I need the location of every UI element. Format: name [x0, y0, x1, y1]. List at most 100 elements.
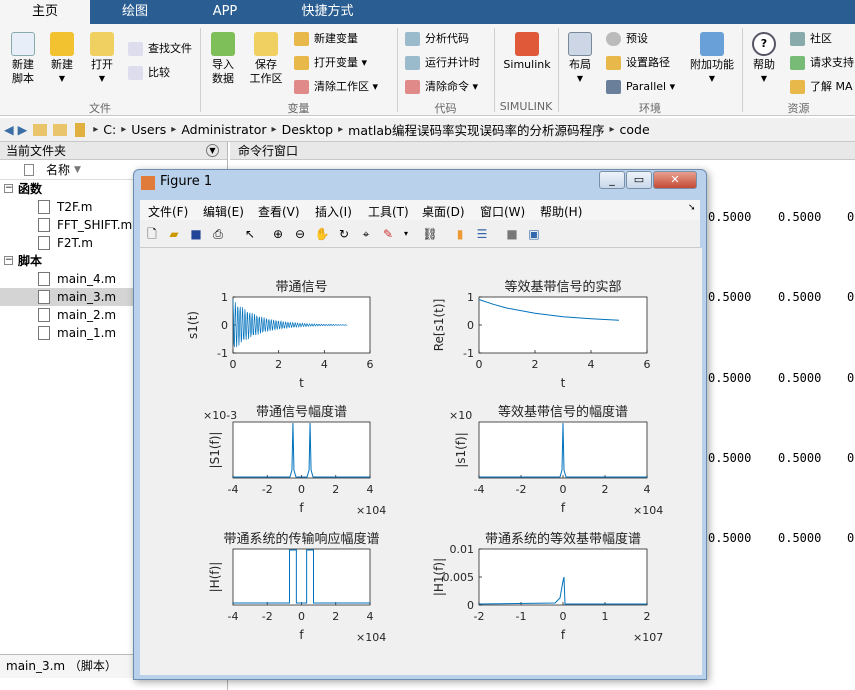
group-label-simulink: SIMULINK [499, 100, 553, 113]
clear-workspace-label: 清除工作区 [314, 80, 369, 93]
menu-desktop[interactable]: 桌面(D) [422, 203, 465, 220]
brush-icon[interactable]: ✎ [380, 226, 396, 242]
tab-apps[interactable]: APP [180, 0, 270, 24]
panel-title: 当前文件夹 [6, 144, 67, 158]
x-tick-label: -4 [474, 483, 485, 496]
request-support-button[interactable]: 请求支持 [790, 54, 854, 72]
sort-arrow-icon: ▼ [74, 165, 81, 175]
hide-tools-icon[interactable]: ■ [504, 226, 520, 242]
collapse-icon[interactable]: − [4, 256, 13, 265]
subplot-title: 带通信号幅度谱 [256, 404, 347, 420]
output-value: 0.5000 [778, 531, 822, 545]
path-segment[interactable]: Desktop [282, 122, 334, 137]
y-tick-label: 1 [221, 291, 228, 304]
menu-view[interactable]: 查看(V) [258, 203, 300, 220]
menu-edit[interactable]: 编辑(E) [203, 203, 244, 220]
maximize-button[interactable]: ▭ [626, 171, 652, 189]
tab-home[interactable]: 主页 [0, 0, 90, 24]
y-exponent: ×10 [449, 409, 472, 422]
new-script-button[interactable]: 新建 脚本 [6, 32, 40, 86]
tab-shortcuts[interactable]: 快捷方式 [270, 0, 385, 24]
ribbon: 新建 脚本 新建 ▼ 打开 ▼ 查找文件 比较 文件 导入 数据 保存 工作区 … [0, 24, 855, 116]
open-file-icon[interactable]: ▰ [166, 226, 182, 242]
path-segment[interactable]: C: [103, 122, 116, 137]
file-name: main_1.m [57, 326, 117, 340]
zoom-out-icon[interactable]: ⊖ [292, 226, 308, 242]
path-segment[interactable]: matlab编程误码率实现误码率的分析源码程序 [348, 120, 604, 139]
chevron-down-icon[interactable]: ▾ [398, 226, 414, 242]
pan-icon[interactable]: ✋ [314, 226, 330, 242]
print-icon[interactable]: ⎙ [210, 226, 226, 242]
menu-tools[interactable]: 工具(T) [368, 203, 409, 220]
tab-bar: 主页 绘图 APP 快捷方式 [0, 0, 855, 24]
community-button[interactable]: 社区 [790, 30, 832, 48]
set-path-button[interactable]: 设置路径 [606, 54, 670, 72]
simulink-icon [515, 32, 539, 56]
menu-file[interactable]: 文件(F) [148, 203, 188, 220]
close-button[interactable]: ✕ [653, 171, 697, 189]
minimize-button[interactable]: _ [599, 171, 625, 189]
file-name: main_3.m [57, 290, 117, 304]
path-separator: ▸ [338, 124, 344, 135]
data-cursor-icon[interactable]: ⌖ [358, 226, 374, 242]
figure-window[interactable]: Figure 1 _ ▭ ✕ 文件(F) 编辑(E) 查看(V) 插入(I) 工… [133, 169, 707, 680]
menu-insert[interactable]: 插入(I) [315, 203, 352, 220]
collapse-icon[interactable]: − [4, 184, 13, 193]
panel-menu-icon[interactable]: ▼ [206, 144, 219, 157]
menu-window[interactable]: 窗口(W) [480, 203, 525, 220]
colorbar-icon[interactable]: ▮ [452, 226, 468, 242]
save-icon[interactable]: ■ [188, 226, 204, 242]
x-tick-label: 0 [230, 358, 237, 371]
pointer-icon[interactable]: ↖ [242, 226, 258, 242]
menu-help[interactable]: 帮助(H) [540, 203, 582, 220]
import-data-button[interactable]: 导入 数据 [206, 32, 240, 86]
forward-arrow-icon[interactable]: ▶ [18, 122, 28, 137]
x-exponent: ×104 [633, 504, 663, 517]
clear-commands-icon [405, 80, 420, 94]
open-button[interactable]: 打开 ▼ [86, 32, 118, 86]
output-value: 0 [847, 210, 855, 224]
x-tick-label: 2 [532, 358, 539, 371]
x-tick-label: -4 [228, 483, 239, 496]
learn-matlab-button[interactable]: 了解 MA [790, 78, 853, 96]
dock-figure-icon[interactable]: ▣ [526, 226, 542, 242]
up-folder-icon[interactable] [33, 123, 48, 136]
layout-button[interactable]: 布局 ▼ [564, 32, 596, 86]
set-path-icon [606, 56, 621, 70]
path-segment[interactable]: code [620, 122, 650, 137]
link-plot-icon[interactable]: ⛓ [422, 226, 438, 242]
run-and-time-button[interactable]: 运行并计时 [405, 54, 480, 72]
new-button[interactable]: 新建 ▼ [46, 32, 78, 86]
import-label-1: 导入 [212, 58, 234, 71]
parallel-button[interactable]: Parallel ▾ [606, 78, 675, 96]
tab-plots[interactable]: 绘图 [90, 0, 180, 24]
zoom-in-icon[interactable]: ⊕ [270, 226, 286, 242]
x-tick-label: 1 [602, 610, 609, 623]
browse-folder-icon[interactable] [53, 123, 68, 136]
analyze-code-button[interactable]: 分析代码 [405, 30, 469, 48]
simulink-button[interactable]: Simulink [502, 32, 552, 72]
compare-button[interactable]: 比较 [128, 64, 170, 82]
path-segment[interactable]: Administrator [181, 122, 266, 137]
analyze-code-icon [405, 32, 420, 46]
x-tick-label: 0 [476, 358, 483, 371]
back-arrow-icon[interactable]: ◀ [4, 122, 14, 137]
add-ons-button[interactable]: 附加功能 ▼ [688, 32, 736, 86]
legend-icon[interactable]: ☰ [474, 226, 490, 242]
save-workspace-button[interactable]: 保存 工作区 [246, 32, 286, 86]
x-axis-label: f [561, 628, 566, 642]
x-tick-label: 0 [298, 610, 305, 623]
script-file-icon [38, 308, 50, 322]
open-variable-button[interactable]: 打开变量 ▾ [294, 54, 367, 72]
chevron-down-icon: ▼ [708, 74, 716, 83]
help-button[interactable]: ? 帮助 ▼ [748, 32, 780, 86]
preferences-button[interactable]: 预设 [606, 30, 648, 48]
clear-commands-button[interactable]: 清除命令 ▾ [405, 78, 478, 96]
find-files-button[interactable]: 查找文件 [128, 40, 192, 58]
new-variable-button[interactable]: 新建变量 [294, 30, 358, 48]
rotate-icon[interactable]: ↻ [336, 226, 352, 242]
clear-workspace-button[interactable]: 清除工作区 ▾ [294, 78, 378, 96]
new-figure-icon[interactable]: 🗋 [144, 226, 160, 242]
path-segment[interactable]: Users [131, 122, 166, 137]
dock-arrow-icon[interactable]: ➘ [688, 203, 696, 213]
